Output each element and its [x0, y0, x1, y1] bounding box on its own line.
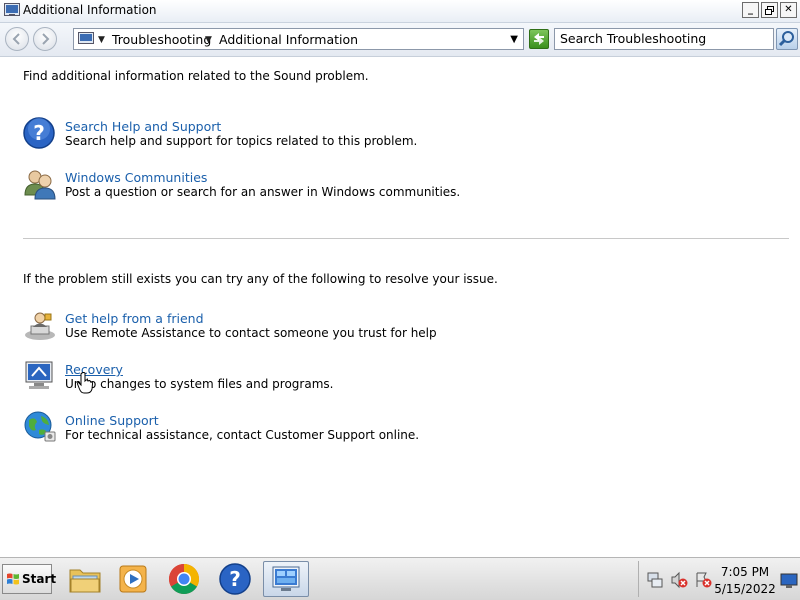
content-area: Find additional information related to t… [0, 57, 800, 557]
maximize-button[interactable] [761, 2, 778, 18]
secondary-intro-text: If the problem still exists you can try … [23, 272, 498, 286]
chrome-icon[interactable] [166, 561, 202, 597]
divider [23, 238, 789, 239]
search-input[interactable]: Search Troubleshooting [554, 28, 774, 50]
intro-text: Find additional information related to t… [23, 69, 369, 83]
start-button[interactable]: Start [2, 564, 56, 594]
refresh-button[interactable] [529, 29, 549, 49]
recovery-link[interactable]: Recovery [65, 362, 123, 377]
search-help-support-description: Search help and support for topics relat… [65, 134, 418, 148]
hand-cursor-icon [77, 372, 93, 394]
troubleshooting-taskbar-button[interactable] [263, 561, 309, 597]
help-support-taskbar-icon[interactable]: ? [217, 561, 253, 597]
clock-date[interactable]: 5/15/2022 [705, 582, 785, 596]
get-help-from-friend-link[interactable]: Get help from a friend [65, 311, 204, 326]
network-icon[interactable] [646, 571, 664, 589]
breadcrumb-arrow-icon[interactable]: ▼ [98, 35, 105, 45]
search-icon [778, 31, 794, 47]
windows-communities-link[interactable]: Windows Communities [65, 170, 207, 185]
taskbar: Start ? 7:05 PM 5/15/2022 [0, 557, 800, 600]
search-help-support-link[interactable]: Search Help and Support [65, 119, 221, 134]
search-button[interactable] [776, 28, 798, 50]
address-dropdown-icon[interactable]: ▼ [510, 34, 518, 45]
clock-time[interactable]: 7:05 PM [705, 565, 785, 579]
svg-text:?: ? [229, 567, 241, 591]
online-support-link[interactable]: Online Support [65, 413, 159, 428]
svg-text:?: ? [33, 121, 45, 145]
breadcrumb-troubleshooting[interactable]: Troubleshooting [112, 32, 211, 47]
remote-assistance-icon [25, 312, 55, 340]
control-panel-icon [78, 32, 94, 44]
recovery-icon [25, 361, 53, 389]
breadcrumb-additional-information[interactable]: Additional Information [219, 32, 358, 47]
forward-arrow-icon [42, 33, 50, 45]
back-arrow-icon [12, 33, 20, 45]
navigation-bar: ▼ Troubleshooting ▼ Additional Informati… [0, 23, 800, 57]
close-button[interactable]: ✕ [780, 2, 797, 18]
people-icon [24, 170, 56, 200]
start-label: Start [22, 572, 57, 586]
window-app-icon [4, 3, 20, 16]
online-support-description: For technical assistance, contact Custom… [65, 428, 420, 442]
file-explorer-icon[interactable] [67, 561, 103, 597]
recovery-description: Undo changes to system files and program… [65, 377, 334, 391]
help-icon: ? [23, 117, 55, 149]
windows-communities-description: Post a question or search for an answer … [65, 185, 461, 199]
refresh-icon [534, 33, 544, 45]
forward-button[interactable] [33, 27, 57, 51]
media-player-icon[interactable] [115, 561, 151, 597]
minimize-button[interactable]: _ [742, 2, 759, 18]
restore-icon [765, 5, 774, 15]
back-button[interactable] [5, 27, 29, 51]
address-bar[interactable]: ▼ Troubleshooting ▼ Additional Informati… [73, 28, 524, 50]
windows-flag-icon [7, 573, 19, 585]
title-bar: Additional Information _ ✕ [0, 0, 800, 23]
globe-icon [24, 411, 56, 442]
control-panel-taskbar-icon [272, 566, 300, 591]
window-title: Additional Information [23, 3, 157, 17]
breadcrumb-arrow-icon[interactable]: ▼ [205, 35, 212, 45]
get-help-from-friend-description: Use Remote Assistance to contact someone… [65, 326, 437, 340]
volume-muted-icon[interactable] [670, 571, 688, 589]
